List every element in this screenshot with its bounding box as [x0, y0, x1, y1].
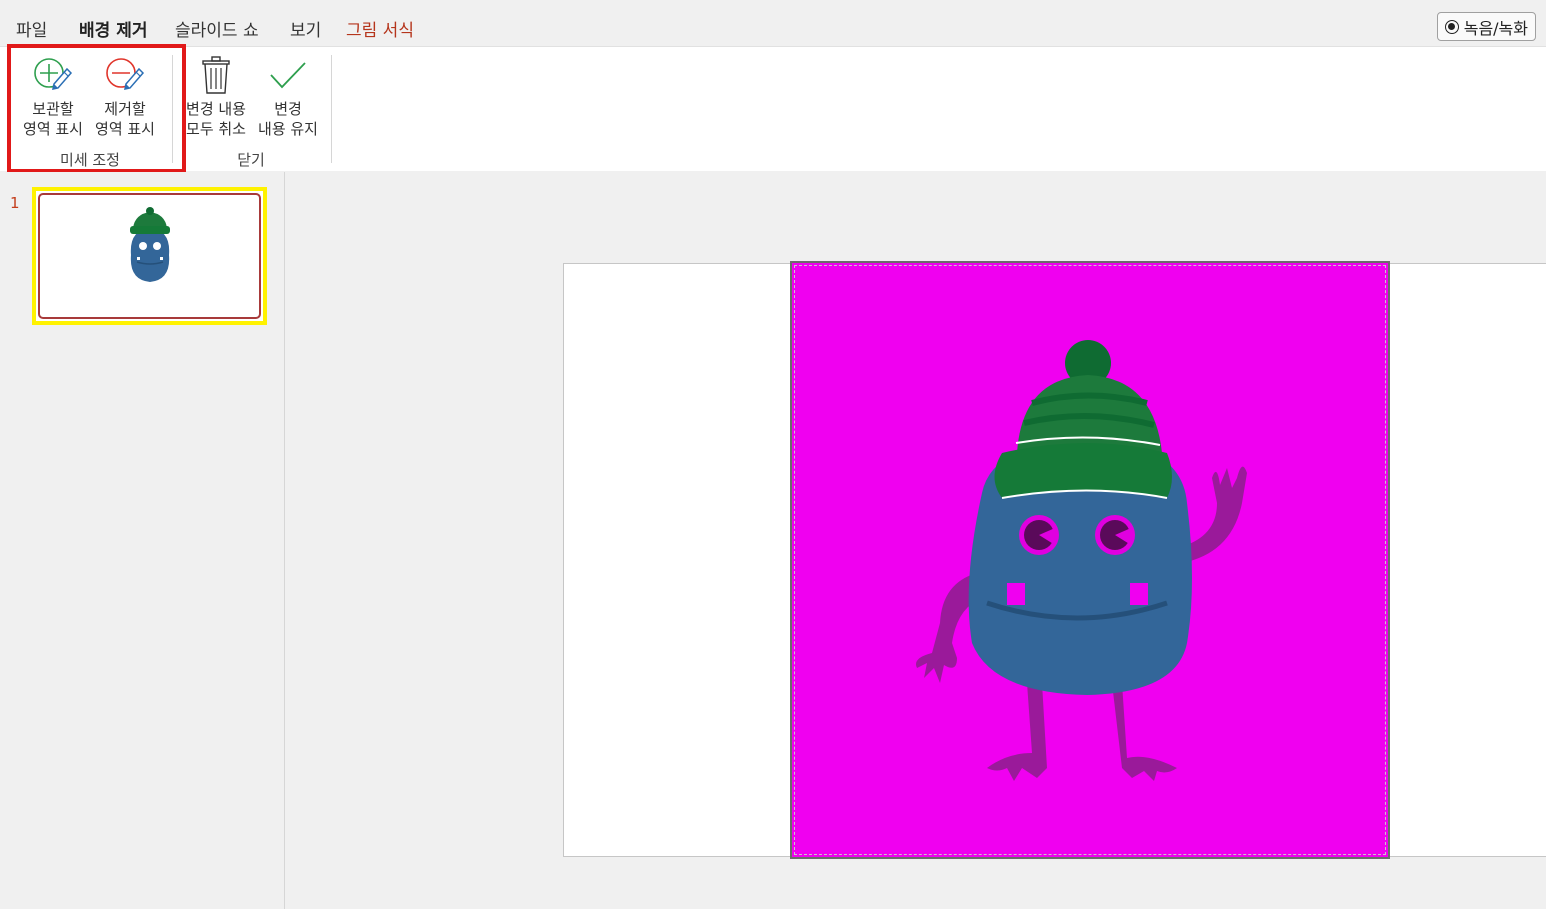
slide-number: 1	[10, 194, 20, 212]
checkmark-icon	[270, 62, 306, 89]
record-button-label: 녹음/녹화	[1463, 18, 1528, 38]
group-separator	[331, 55, 332, 163]
slide-editing-canvas	[286, 172, 1546, 909]
tab-picture-format[interactable]: 그림 서식	[346, 16, 414, 41]
tab-file[interactable]: 파일	[16, 16, 47, 41]
tab-slideshow[interactable]: 슬라이드 쇼	[175, 16, 259, 41]
ribbon-tab-bar: 파일 배경 제거 슬라이드 쇼 보기 그림 서식 녹음/녹화	[0, 0, 1546, 48]
keep-changes-button[interactable]: 변경 내용 유지	[251, 55, 325, 139]
record-button[interactable]: 녹음/녹화	[1436, 12, 1536, 41]
tab-view[interactable]: 보기	[290, 16, 321, 41]
slide-thumbnails-pane: 1	[0, 172, 285, 909]
mark-remove-areas-button[interactable]: 제거할 영역 표시	[88, 55, 162, 139]
ribbon: 보관할 영역 표시 제거할 영역 표시 미세 조정 변경 내용 모두 취소 변경	[0, 46, 1546, 171]
tab-remove-background[interactable]: 배경 제거	[79, 16, 148, 48]
selected-picture[interactable]	[790, 261, 1390, 859]
mark-remove-areas-label: 제거할 영역 표시	[95, 100, 155, 138]
close-group-label: 닫기	[237, 151, 265, 169]
monster-image	[916, 340, 1247, 781]
slide-thumbnail[interactable]	[32, 187, 267, 325]
trash-icon	[202, 56, 230, 94]
discard-changes-button[interactable]: 변경 내용 모두 취소	[179, 55, 253, 139]
mark-keep-areas-label: 보관할 영역 표시	[23, 100, 83, 138]
record-icon	[1444, 19, 1459, 34]
minus-pencil-icon	[106, 58, 145, 90]
plus-pencil-icon	[34, 58, 73, 90]
keep-changes-label: 변경 내용 유지	[258, 100, 318, 138]
refine-group-label: 미세 조정	[60, 151, 120, 169]
slide-thumbnail-frame	[38, 193, 261, 319]
discard-changes-label: 변경 내용 모두 취소	[186, 100, 246, 138]
monster-thumbnail-image	[130, 207, 170, 282]
mark-keep-areas-button[interactable]: 보관할 영역 표시	[16, 55, 90, 139]
group-separator	[172, 55, 173, 163]
